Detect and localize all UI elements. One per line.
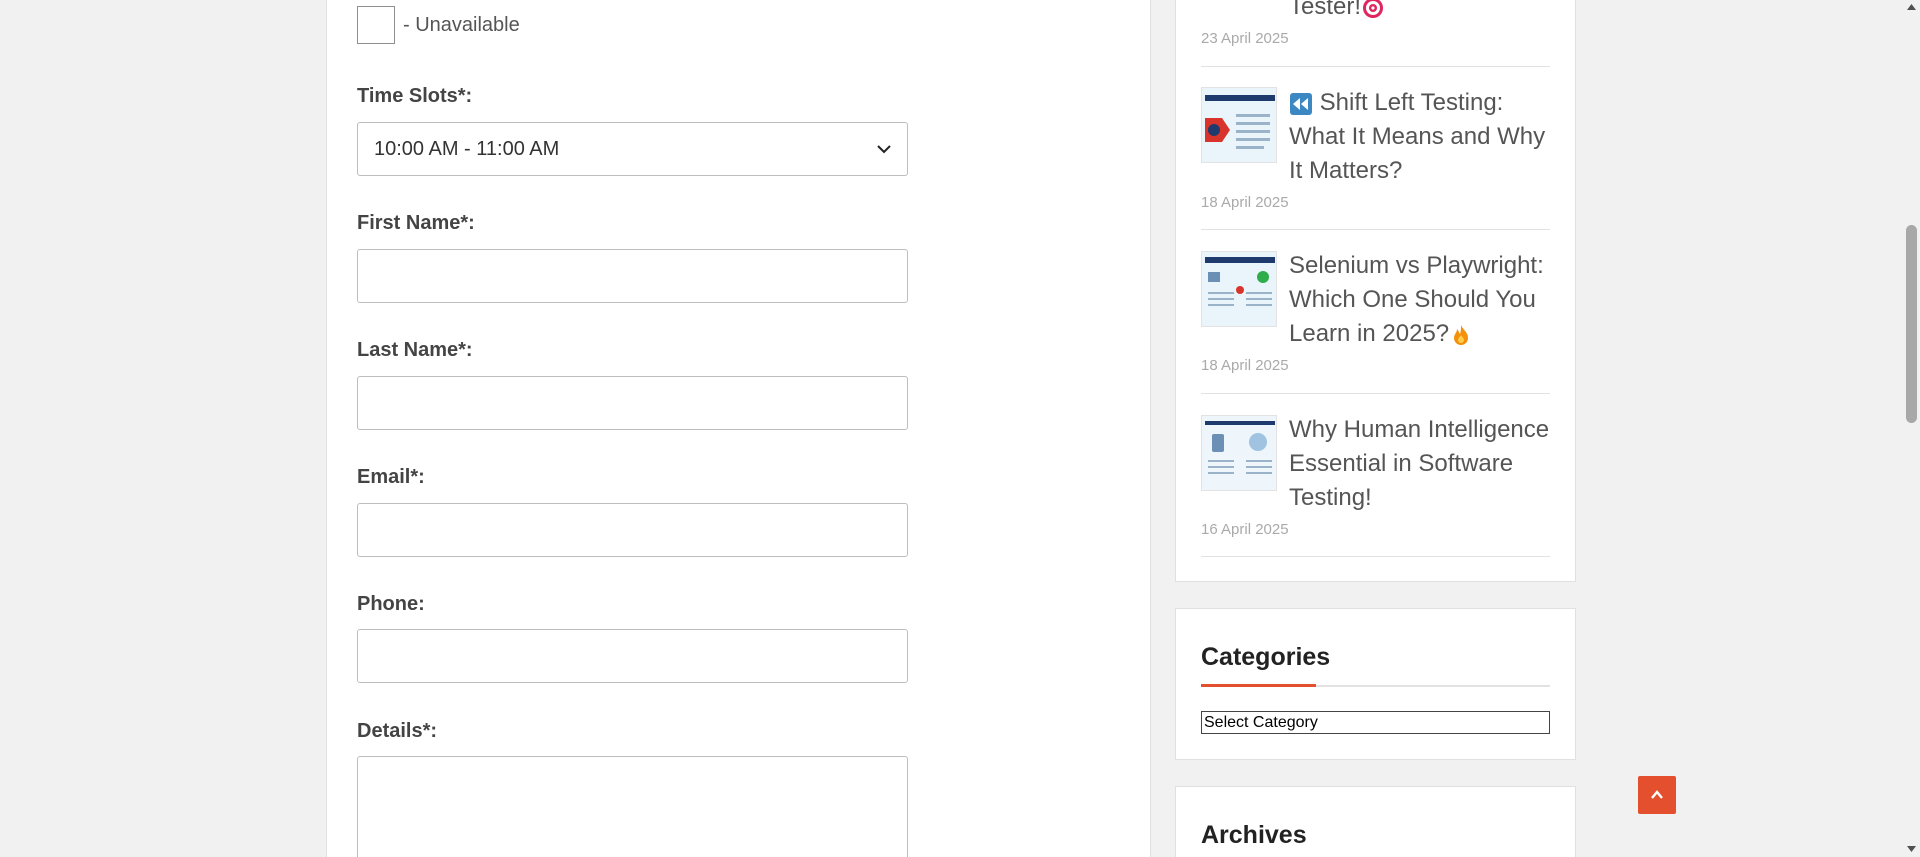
- shift-left-thumbnail-icon: [1202, 88, 1276, 162]
- post-divider: [1201, 229, 1550, 230]
- post-title-3[interactable]: Selenium vs Playwright: Which One Should…: [1289, 249, 1554, 351]
- scroll-up-arrow-icon[interactable]: [1906, 2, 1917, 13]
- last-name-label: Last Name*:: [357, 339, 473, 361]
- rewind-icon: [1290, 92, 1312, 115]
- archives-title: Archives: [1201, 821, 1307, 849]
- target-icon: [1363, 0, 1384, 18]
- fire-icon: [1454, 324, 1469, 345]
- phone-label: Phone:: [357, 593, 425, 615]
- post-thumbnail-3[interactable]: [1201, 251, 1277, 327]
- post-divider: [1201, 556, 1550, 557]
- human-intelligence-thumbnail-icon: [1202, 416, 1276, 490]
- legend-unavailable-label: - Unavailable: [403, 13, 520, 36]
- category-select[interactable]: Select Category: [1201, 711, 1550, 734]
- scroll-down-arrow-icon[interactable]: [1906, 843, 1917, 854]
- last-name-field[interactable]: [357, 376, 908, 430]
- chevron-down-icon: [877, 145, 891, 154]
- post-title-2[interactable]: Shift Left Testing: What It Means and Wh…: [1289, 86, 1554, 188]
- post-title-3-text: Selenium vs Playwright: Which One Should…: [1289, 252, 1544, 347]
- post-date-2: 18 April 2025: [1201, 194, 1289, 211]
- time-slots-selected-value: 10:00 AM - 11:00 AM: [374, 137, 560, 160]
- first-name-field[interactable]: [357, 249, 908, 303]
- scrollbar-track[interactable]: [1903, 0, 1920, 857]
- post-date-1: 23 April 2025: [1201, 30, 1289, 47]
- email-field[interactable]: [357, 503, 908, 557]
- post-divider: [1201, 66, 1550, 67]
- legend-unavailable-swatch: [357, 6, 395, 44]
- post-thumbnail-2[interactable]: [1201, 87, 1277, 163]
- post-date-3: 18 April 2025: [1201, 357, 1289, 374]
- scroll-to-top-button[interactable]: [1638, 776, 1676, 814]
- post-thumbnail-4[interactable]: [1201, 415, 1277, 491]
- post-title-1-text: Tester!: [1289, 0, 1362, 20]
- scrollbar-thumb[interactable]: [1906, 225, 1917, 423]
- first-name-label: First Name*:: [357, 212, 475, 234]
- details-label: Details*:: [357, 720, 438, 742]
- chevron-up-icon: [1651, 790, 1663, 799]
- categories-accent-underline: [1201, 684, 1316, 687]
- time-slots-label: Time Slots*:: [357, 85, 473, 107]
- post-date-4: 16 April 2025: [1201, 521, 1289, 538]
- categories-title: Categories: [1201, 643, 1331, 671]
- post-title-1[interactable]: Tester!: [1289, 0, 1554, 24]
- time-slots-select[interactable]: 10:00 AM - 11:00 AM: [357, 122, 908, 176]
- post-title-4[interactable]: Why Human Intelligence Essential in Soft…: [1289, 413, 1554, 515]
- post-divider: [1201, 393, 1550, 394]
- phone-field[interactable]: [357, 629, 908, 683]
- details-textarea[interactable]: [357, 756, 908, 857]
- email-label: Email*:: [357, 466, 425, 488]
- legend-unavailable: - Unavailable: [357, 6, 520, 44]
- selenium-playwright-thumbnail-icon: [1202, 252, 1276, 326]
- post-title-2-text: Shift Left Testing: What It Means and Wh…: [1289, 89, 1546, 184]
